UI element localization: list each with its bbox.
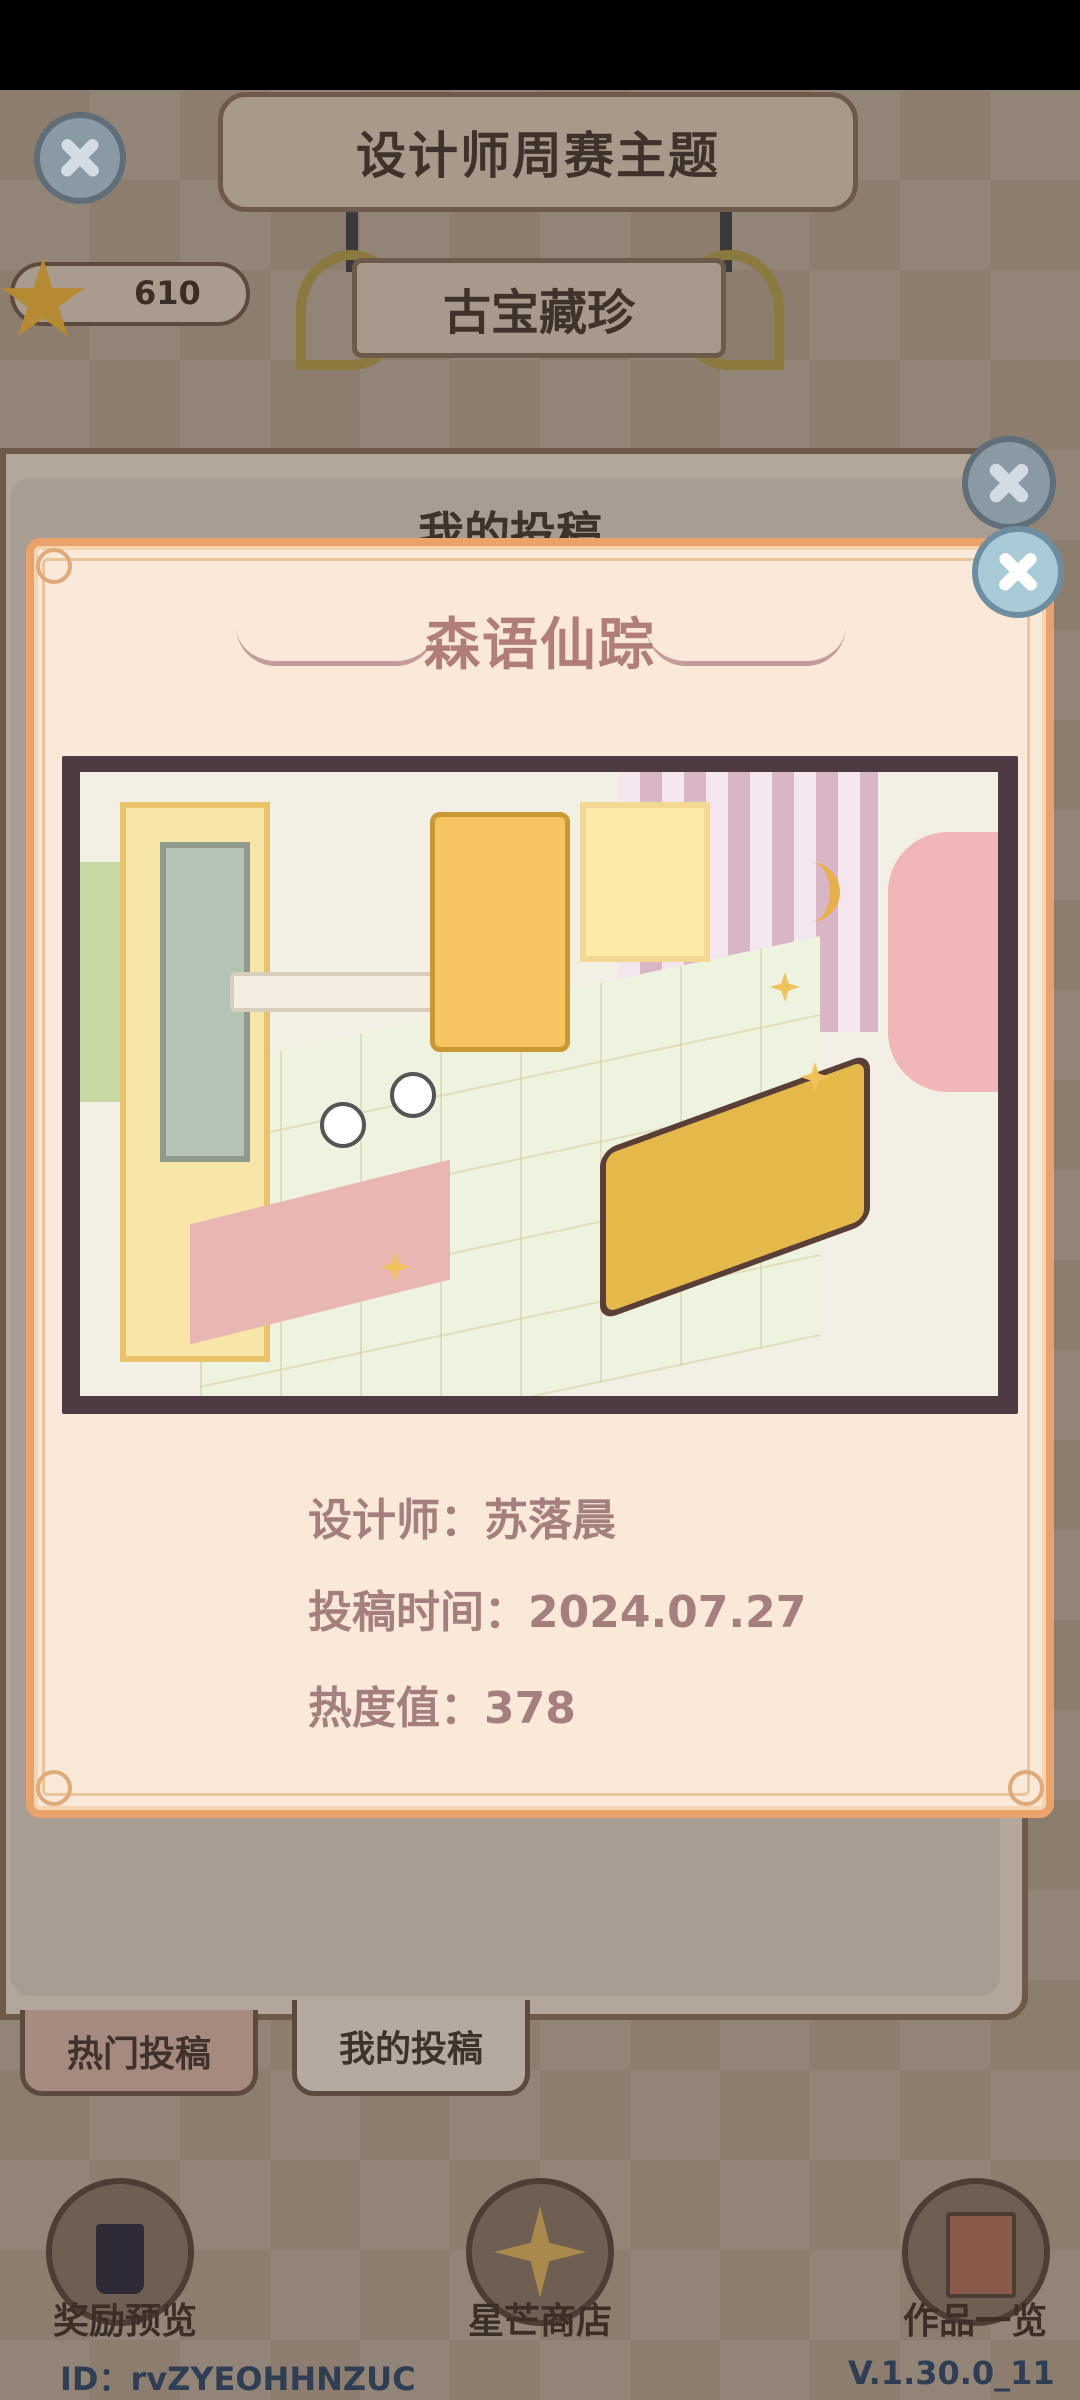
status-bar: [0, 0, 1080, 90]
rewards-preview-label: 奖励预览: [52, 2301, 197, 2342]
heat-label: 热度值：: [308, 1683, 484, 1734]
kitchen-counter: [230, 972, 440, 1012]
page-title-text: 设计师周赛主题: [356, 127, 720, 185]
corner-ornament: [36, 548, 72, 584]
modal-close-button[interactable]: [972, 526, 1064, 618]
works-overview-label: 作品一览: [902, 2301, 1047, 2342]
flower-decoration: [888, 832, 998, 1092]
stool: [320, 1102, 366, 1148]
page-title: 设计师周赛主题: [218, 92, 858, 212]
tab-my-submissions[interactable]: 我的投稿: [292, 2000, 530, 2096]
star-shop-label: 星芒商店: [467, 2301, 612, 2342]
submit-time-value: 2024.07.27: [528, 1587, 807, 1638]
submit-time-label: 投稿时间：: [308, 1587, 528, 1638]
player-id: ID：rvZYEOHHNZUC: [60, 2360, 416, 2398]
plant-decoration: [80, 862, 120, 1102]
book-icon: [946, 2212, 1016, 2298]
currency-amount: 610: [134, 274, 201, 312]
designer-label: 设计师：: [308, 1495, 484, 1546]
trophy-icon: [96, 2224, 144, 2294]
fridge: [430, 812, 570, 1052]
designer-name: 苏落晨: [484, 1495, 616, 1546]
theme-plaque: 古宝藏珍: [352, 258, 726, 358]
close-icon: [56, 134, 104, 182]
heat-row: 热度值：378: [308, 1672, 576, 1736]
corner-ornament: [36, 1770, 72, 1806]
close-icon: [984, 458, 1033, 507]
designer-row: 设计师：苏落晨: [308, 1484, 616, 1548]
panel-close-button[interactable]: [962, 436, 1056, 530]
close-icon: [994, 548, 1042, 596]
star-shop-icon: [494, 2206, 586, 2298]
stool: [390, 1072, 436, 1118]
window: [580, 802, 710, 962]
room-design-image: [80, 772, 998, 1396]
theme-name: 古宝藏珍: [442, 285, 635, 341]
corner-ornament: [1008, 1770, 1044, 1806]
moon-decoration: [780, 862, 840, 922]
close-button[interactable]: [34, 112, 126, 204]
design-title: 森语仙踪: [424, 613, 656, 678]
heat-value: 378: [484, 1683, 576, 1734]
app-version: V.1.30.0_11: [848, 2354, 1055, 2392]
tab-hot-submissions[interactable]: 热门投稿: [20, 2010, 258, 2096]
submit-time-row: 投稿时间：2024.07.27: [308, 1576, 806, 1640]
